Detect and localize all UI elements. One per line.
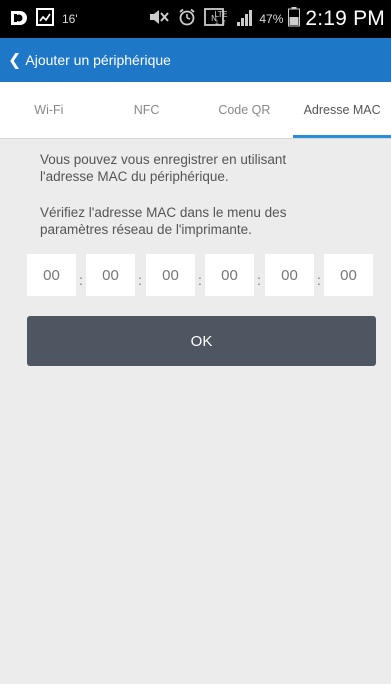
status-bar: 16' N LTE ↓ ↑ 47% 2:19 PM: [0, 0, 391, 38]
app-bar: ❮ Ajouter un périphérique: [0, 38, 391, 82]
mac-separator: :: [257, 272, 261, 288]
battery-percent: 47%: [259, 12, 284, 26]
tab-bar: Wi-Fi NFC Code QR Adresse MAC: [0, 82, 391, 138]
svg-text:↑: ↑: [221, 19, 227, 26]
alarm-icon: [178, 8, 196, 31]
notification-count: 16': [62, 12, 78, 26]
mac-address-input: 00 : 00 : 00 : 00 : 00 : 00: [27, 254, 376, 296]
clock: 2:19 PM: [305, 7, 385, 30]
svg-text:↓: ↓: [214, 19, 220, 26]
mac-field-1[interactable]: 00: [27, 254, 76, 296]
mac-separator: :: [138, 272, 142, 288]
back-button[interactable]: ❮ Ajouter un périphérique: [0, 38, 171, 82]
image-icon: [36, 7, 54, 31]
mac-field-4[interactable]: 00: [205, 254, 254, 296]
tab-divider: [0, 138, 391, 139]
status-right: LTE ↓ ↑ 47% 2:19 PM: [211, 6, 385, 32]
tab-nfc[interactable]: NFC: [98, 82, 196, 138]
mac-separator: :: [317, 272, 321, 288]
mute-icon: [148, 8, 170, 31]
mac-separator: :: [79, 272, 83, 288]
mac-field-3[interactable]: 00: [146, 254, 195, 296]
ok-button[interactable]: OK: [27, 316, 376, 366]
battery-icon: [288, 6, 301, 32]
description-check-mac: Vérifiez l'adresse MAC dans le menu des …: [40, 205, 287, 237]
lte-icon: LTE ↓ ↑: [211, 8, 231, 31]
notification-app-icon: [8, 7, 28, 32]
mac-field-5[interactable]: 00: [265, 254, 314, 296]
mac-field-2[interactable]: 00: [86, 254, 135, 296]
mac-separator: :: [198, 272, 202, 288]
tab-qr-code[interactable]: Code QR: [196, 82, 294, 138]
tab-wifi[interactable]: Wi-Fi: [0, 82, 98, 138]
status-left: 16': [8, 7, 78, 32]
chevron-left-icon: ❮: [8, 52, 22, 69]
page-title: Ajouter un périphérique: [25, 52, 171, 68]
svg-text:LTE: LTE: [215, 10, 228, 19]
tab-mac-address[interactable]: Adresse MAC: [293, 82, 391, 138]
description-register: Vous pouvez vous enregistrer en utilisan…: [40, 152, 287, 184]
signal-icon: [236, 8, 254, 31]
mac-field-6[interactable]: 00: [324, 254, 373, 296]
